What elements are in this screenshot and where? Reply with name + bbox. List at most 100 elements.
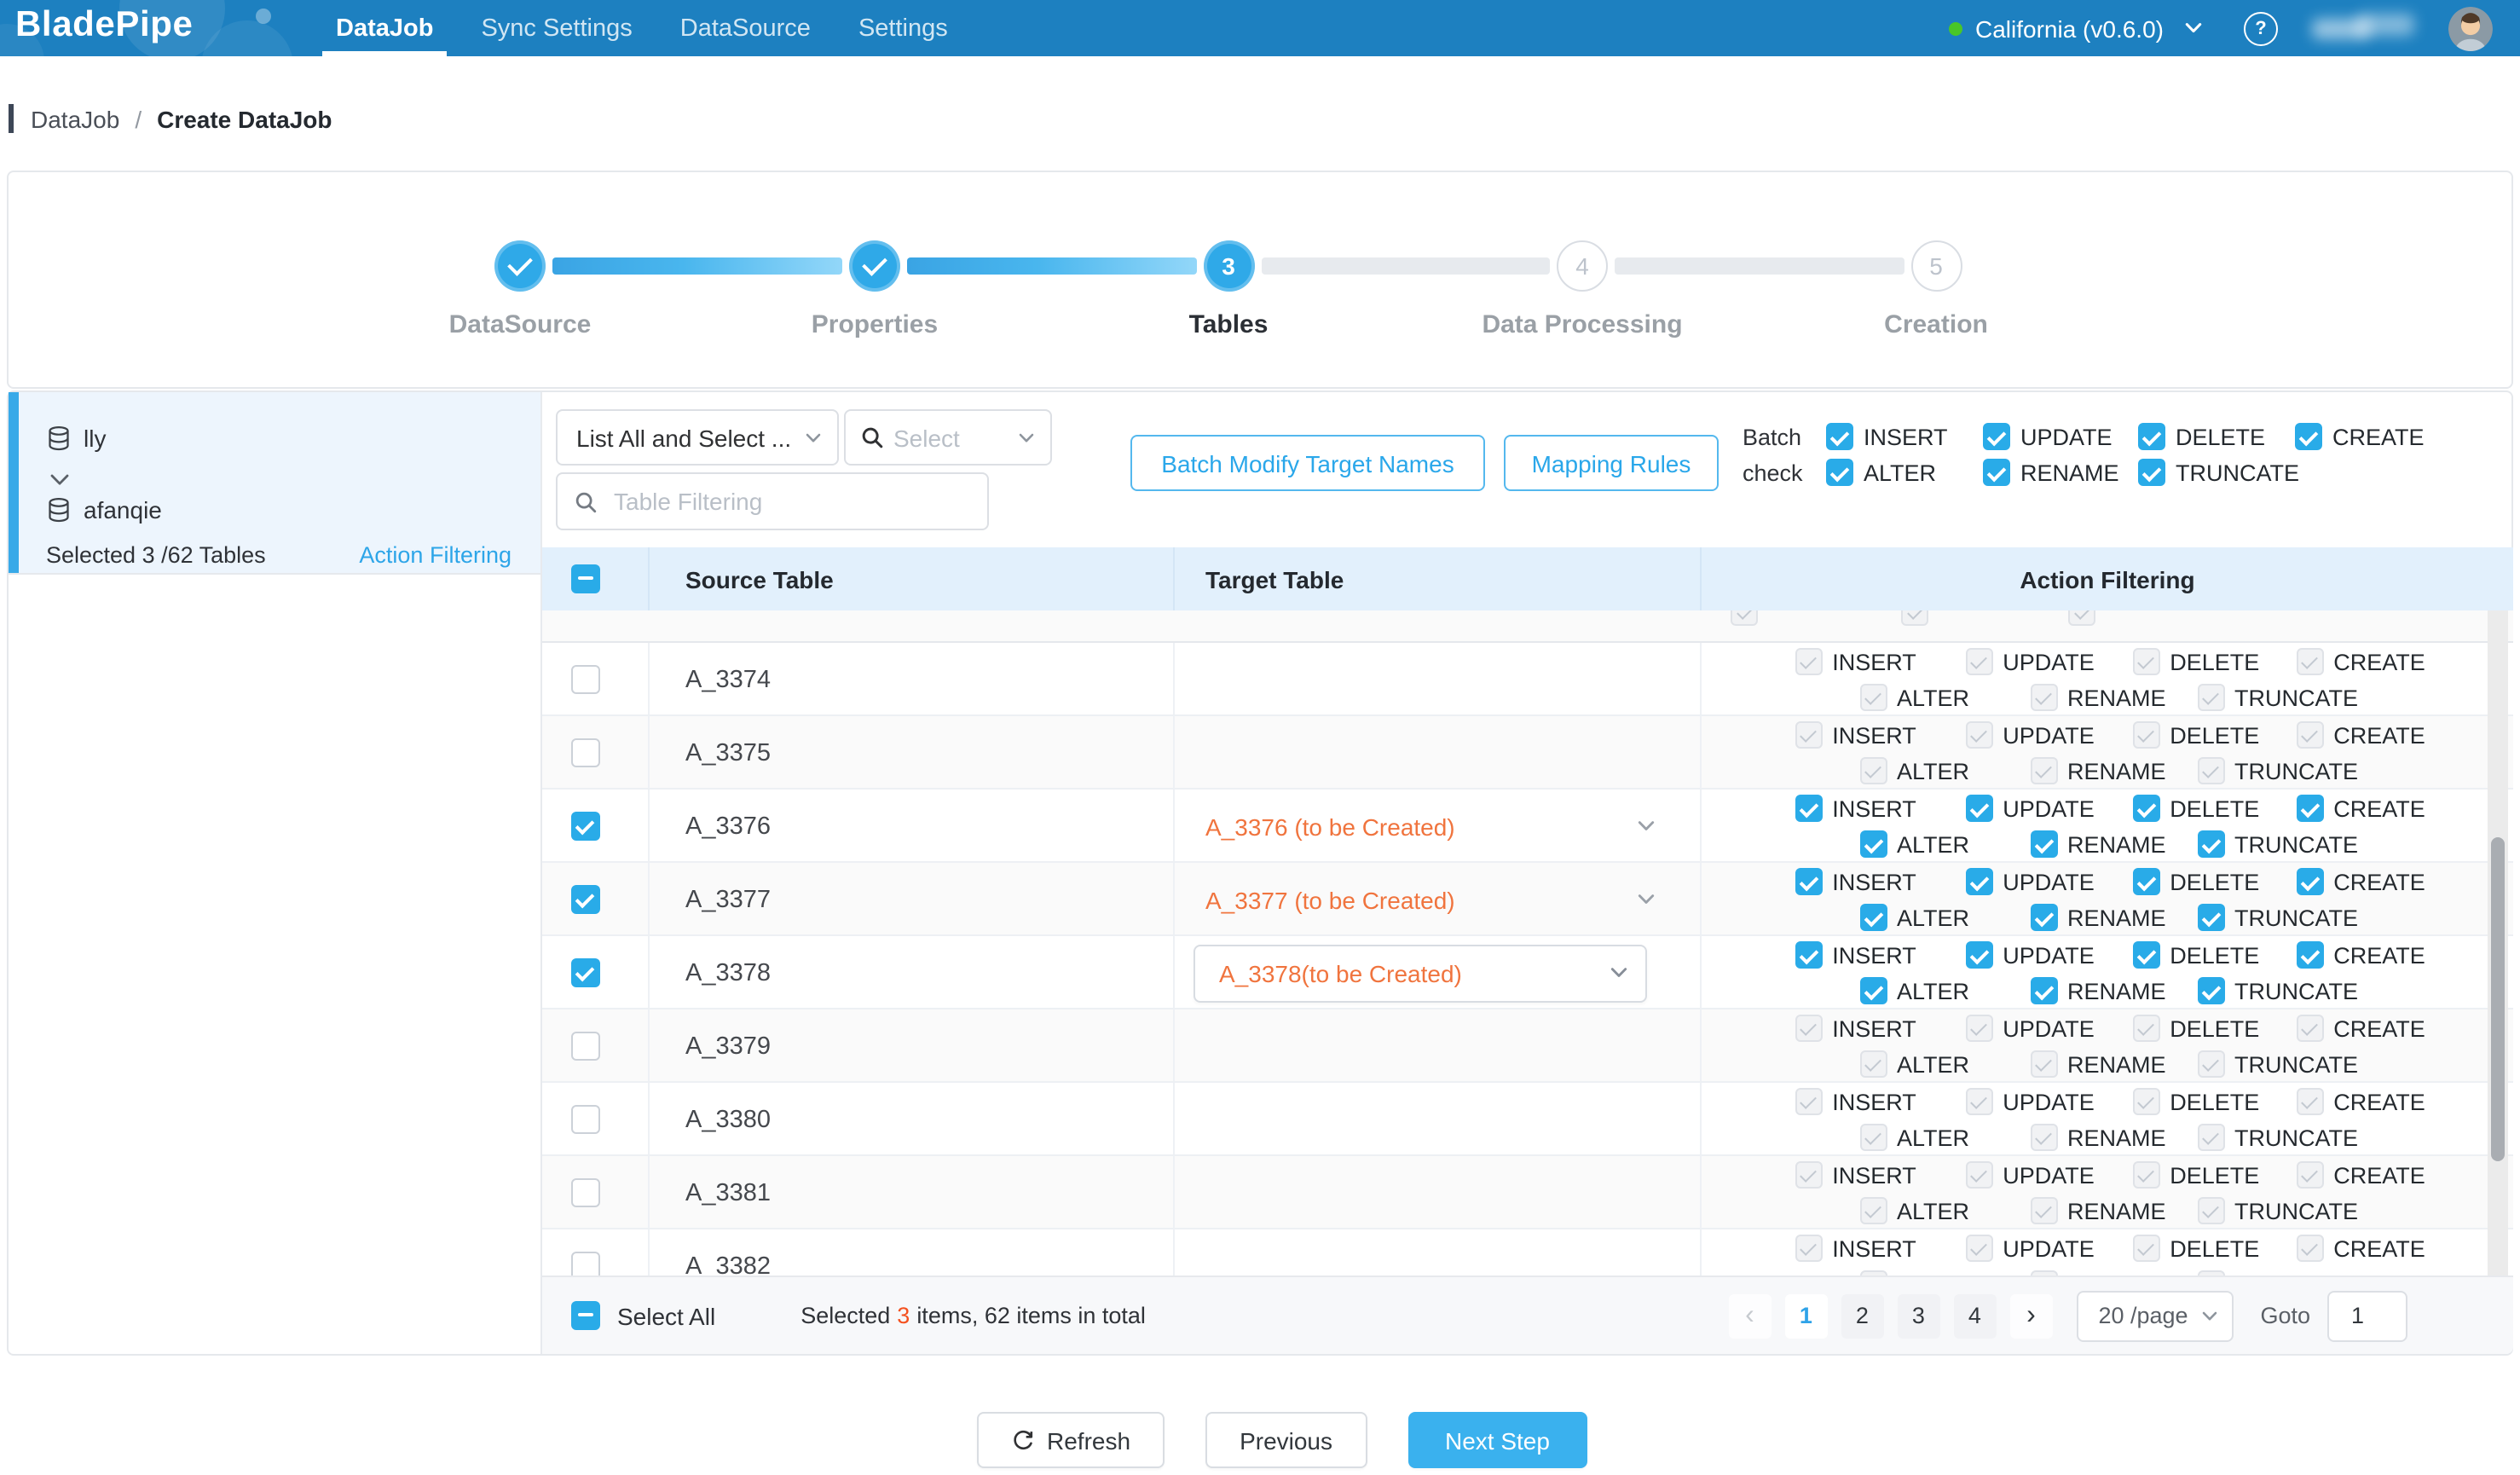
update-checkbox[interactable] [1965, 795, 1992, 822]
action-truncate: TRUNCATE [2197, 904, 2361, 931]
menu-item-datajob[interactable]: DataJob [336, 0, 433, 56]
page-size-select[interactable]: 20 /page [2076, 1290, 2233, 1341]
delete-checkbox [2132, 1161, 2159, 1189]
breadcrumb-section[interactable]: DataJob [31, 105, 119, 132]
truncate-checkbox[interactable] [2197, 904, 2224, 931]
delete-checkbox[interactable] [2132, 795, 2159, 822]
source-table-cell: A_3376 [650, 790, 1175, 863]
menu-item-settings[interactable]: Settings [858, 0, 948, 56]
rename-checkbox[interactable] [1983, 459, 2010, 486]
row-checkbox[interactable] [571, 958, 600, 987]
action-delete: DELETE [2132, 648, 2296, 675]
table-scrollbar-thumb[interactable] [2491, 837, 2505, 1161]
source-table-cell: A_3379 [650, 1009, 1175, 1083]
chevron-down-icon [805, 429, 822, 446]
truncate-label: TRUNCATE [2234, 758, 2358, 784]
create-checkbox[interactable] [2296, 941, 2323, 969]
select-all-checkbox[interactable] [571, 1301, 600, 1330]
row-checkbox[interactable] [571, 1105, 600, 1134]
rename-checkbox[interactable] [2030, 904, 2057, 931]
action-filtering-cell: INSERTUPDATEDELETECREATEALTERRENAMETRUNC… [1702, 1229, 2489, 1275]
action-alter: ALTER [1859, 1124, 2030, 1151]
search-icon [575, 490, 597, 512]
alter-label: ALTER [1864, 460, 1936, 485]
insert-checkbox[interactable] [1795, 868, 1822, 895]
row-checkbox[interactable] [571, 1032, 600, 1061]
update-checkbox[interactable] [1983, 423, 2010, 450]
help-icon[interactable]: ? [2244, 11, 2278, 45]
action-line-2: ALTERRENAMETRUNCATE [1859, 1124, 2361, 1151]
update-checkbox[interactable] [1965, 868, 1992, 895]
chevron-down-icon[interactable] [2184, 19, 2203, 38]
rename-checkbox [2030, 1197, 2057, 1224]
alter-checkbox[interactable] [1859, 830, 1887, 858]
action-delete: DELETE [2132, 721, 2296, 749]
action-filtering-cell: INSERTUPDATEDELETECREATEALTERRENAMETRUNC… [1702, 790, 2489, 863]
goto-page-input[interactable] [2327, 1290, 2407, 1341]
chevron-down-icon[interactable] [1637, 817, 1656, 836]
next-step-button[interactable]: Next Step [1407, 1412, 1587, 1468]
truncate-checkbox [2197, 757, 2224, 784]
check-icon [507, 251, 533, 276]
delete-checkbox[interactable] [2132, 868, 2159, 895]
column-header-target-table: Target Table [1205, 565, 1344, 593]
action-filtering-link[interactable]: Action Filtering [359, 542, 512, 568]
create-checkbox[interactable] [2296, 868, 2323, 895]
insert-checkbox[interactable] [1826, 423, 1853, 450]
pagination-page-1[interactable]: 1 [1784, 1293, 1827, 1338]
column-select[interactable]: Select [844, 409, 1052, 466]
select-all-header-checkbox[interactable] [571, 564, 600, 593]
database-icon [46, 496, 72, 523]
mapping-rules-button[interactable]: Mapping Rules [1504, 435, 1719, 491]
select-all-label[interactable]: Select All [617, 1302, 715, 1329]
page-title: Create DataJob [157, 105, 332, 132]
refresh-icon [1011, 1428, 1035, 1452]
rename-label: RENAME [2067, 1051, 2166, 1077]
delete-checkbox[interactable] [2138, 423, 2165, 450]
insert-checkbox[interactable] [1795, 795, 1822, 822]
list-mode-select[interactable]: List All and Select ... [556, 409, 839, 466]
datasource-pair-item[interactable]: lly afanqie Selected 3 /62 Tables Action… [9, 392, 540, 575]
row-checkbox[interactable] [571, 1252, 600, 1275]
menu-item-sync-settings[interactable]: Sync Settings [481, 0, 632, 56]
row-checkbox[interactable] [571, 738, 600, 767]
pagination-next-button[interactable]: › [2009, 1293, 2052, 1338]
environment-selector[interactable]: California (v0.6.0) [1975, 14, 2164, 42]
row-checkbox[interactable] [571, 812, 600, 841]
alter-checkbox[interactable] [1859, 904, 1887, 931]
create-checkbox[interactable] [2295, 423, 2322, 450]
action-rename: RENAME [2030, 1050, 2197, 1078]
alter-checkbox[interactable] [1859, 977, 1887, 1004]
source-table-cell: A_3380 [650, 1083, 1175, 1156]
pagination-prev-button[interactable]: ‹ [1728, 1293, 1771, 1338]
row-checkbox[interactable] [571, 665, 600, 694]
refresh-button[interactable]: Refresh [977, 1412, 1165, 1468]
alter-checkbox[interactable] [1826, 459, 1853, 486]
table-scrollbar-track[interactable] [2488, 610, 2508, 1275]
rename-checkbox[interactable] [2030, 830, 2057, 858]
pagination-page-4[interactable]: 4 [1953, 1293, 1996, 1338]
menu-item-datasource[interactable]: DataSource [680, 0, 811, 56]
batch-modify-target-names-button[interactable]: Batch Modify Target Names [1130, 435, 1485, 491]
pagination-page-3[interactable]: 3 [1897, 1293, 1939, 1338]
avatar[interactable] [2448, 6, 2493, 50]
chevron-down-icon[interactable] [1637, 890, 1656, 909]
truncate-checkbox[interactable] [2197, 830, 2224, 858]
row-checkbox[interactable] [571, 885, 600, 914]
delete-checkbox[interactable] [2132, 941, 2159, 969]
previous-button[interactable]: Previous [1205, 1412, 1367, 1468]
target-table-select[interactable]: A_3378(to be Created) [1194, 944, 1647, 1002]
pagination-page-2[interactable]: 2 [1841, 1293, 1883, 1338]
rename-checkbox[interactable] [2030, 977, 2057, 1004]
insert-checkbox[interactable] [1795, 941, 1822, 969]
row-checkbox[interactable] [571, 1178, 600, 1207]
update-checkbox[interactable] [1965, 941, 1992, 969]
breadcrumb: DataJob / Create DataJob [9, 104, 332, 133]
truncate-checkbox[interactable] [2197, 977, 2224, 1004]
table-filter-input[interactable] [610, 486, 970, 517]
truncate-checkbox[interactable] [2138, 459, 2165, 486]
create-label: CREATE [2333, 795, 2425, 821]
app-logo[interactable]: BladePipe [15, 5, 193, 46]
page-actions: Refresh Previous Next Step [977, 1412, 1587, 1468]
create-checkbox[interactable] [2296, 795, 2323, 822]
